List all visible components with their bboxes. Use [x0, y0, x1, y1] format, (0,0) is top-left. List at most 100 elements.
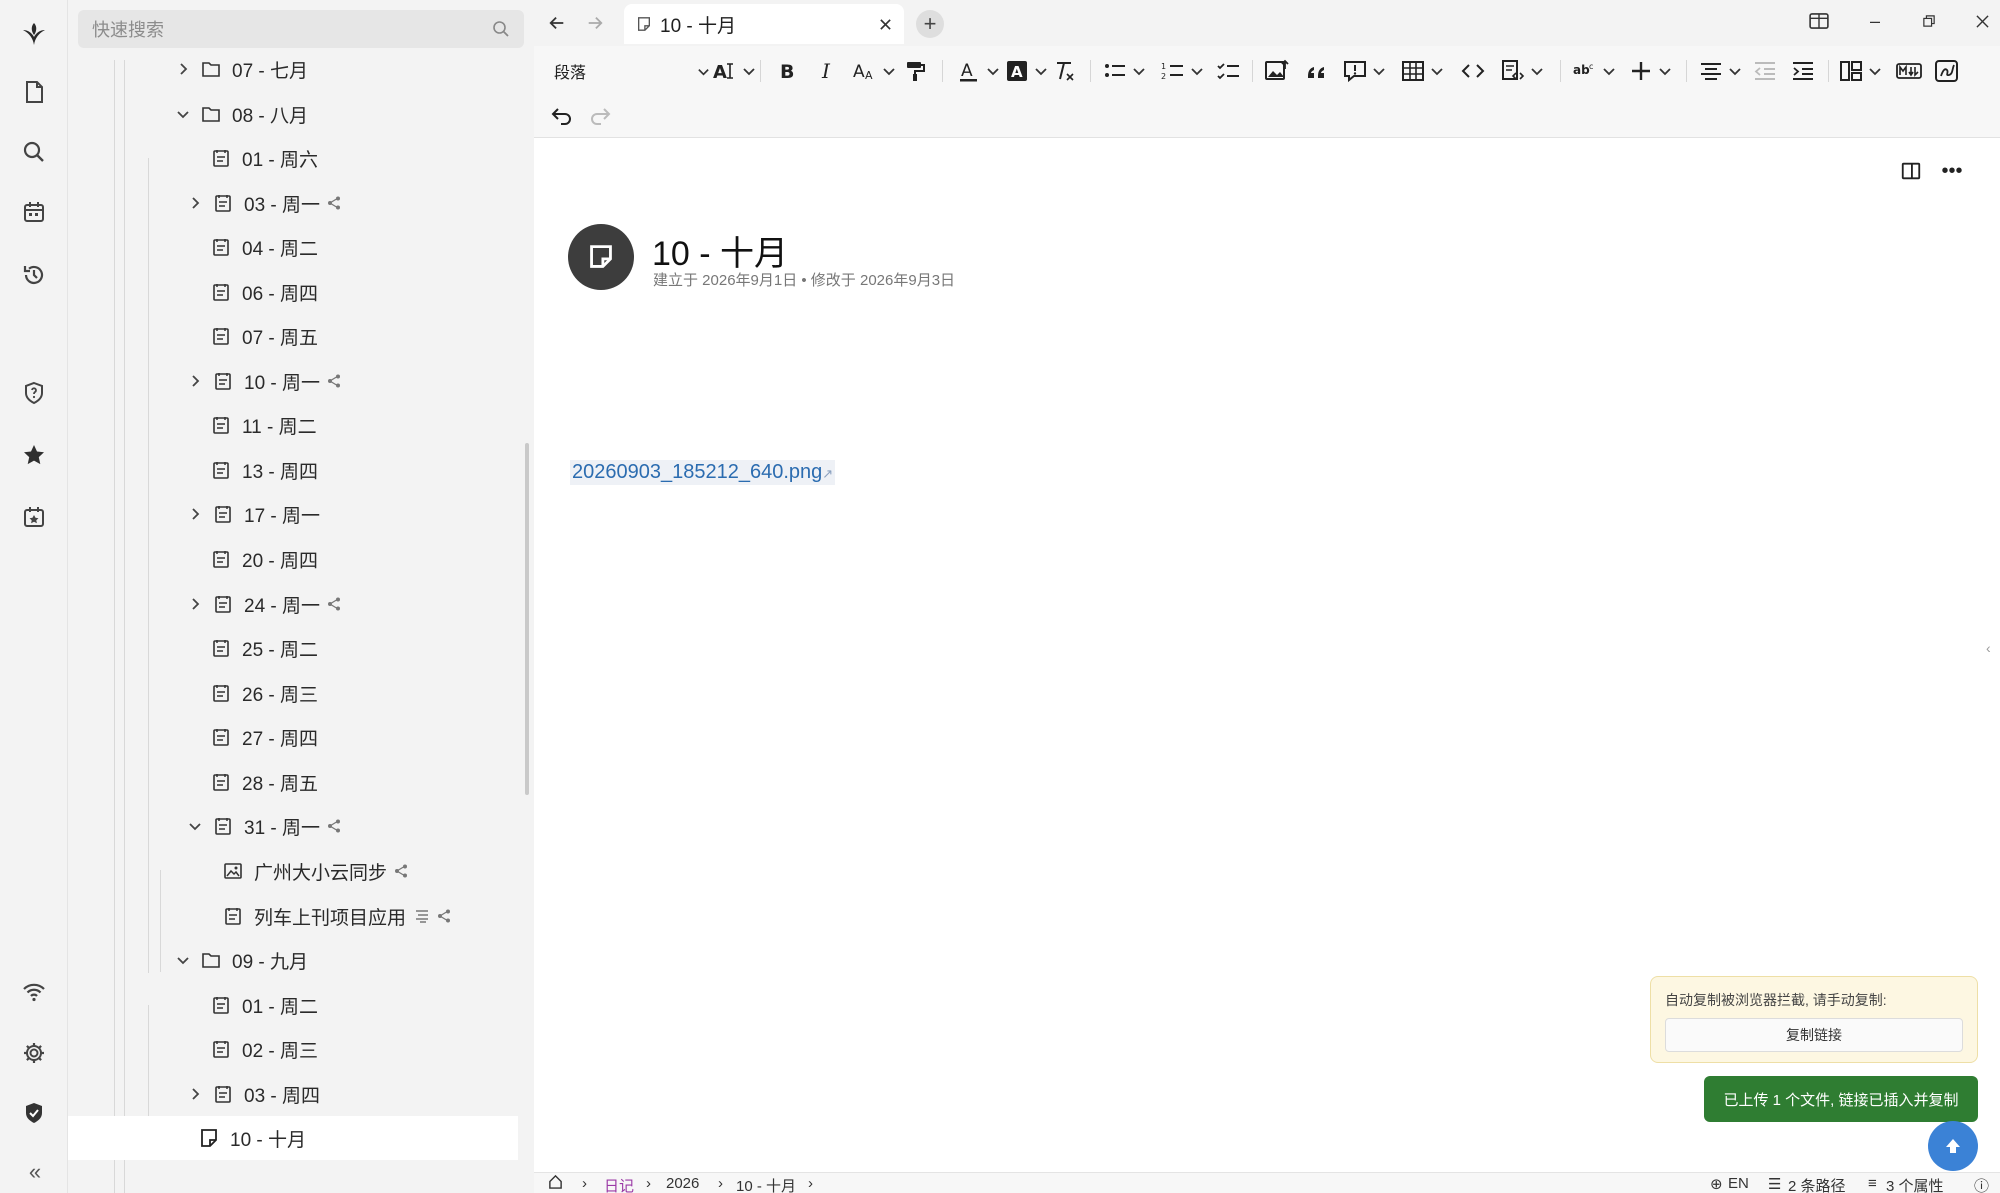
layout-toggle-icon[interactable] — [1804, 6, 1834, 36]
scroll-to-top-button[interactable] — [1928, 1121, 1978, 1171]
indent-button[interactable] — [1790, 56, 1816, 86]
chevron-right-icon[interactable] — [172, 58, 194, 80]
more-horizontal-icon[interactable]: ••• — [1938, 160, 1966, 188]
paths-count[interactable]: 2 条路径 — [1788, 1175, 1846, 1193]
tree-folder-item[interactable]: 09 - 九月 — [68, 938, 518, 982]
tree-note-item[interactable]: 02 - 周三 — [68, 1027, 518, 1071]
font-size-button[interactable]: A — [712, 56, 756, 86]
file-icon[interactable] — [14, 72, 54, 112]
app-logo-icon[interactable] — [14, 14, 54, 54]
star-icon[interactable] — [14, 435, 54, 475]
block-type-select[interactable]: 段落 — [554, 56, 710, 86]
calendar-star-icon[interactable] — [14, 497, 54, 537]
tree-note-item[interactable]: 列车上刊项目应用 — [68, 894, 518, 938]
tree-note-item[interactable]: 03 - 周四 — [68, 1072, 518, 1116]
tree-note-item[interactable]: 01 - 周二 — [68, 983, 518, 1027]
format-painter-button[interactable] — [902, 56, 928, 86]
calendar-icon[interactable] — [14, 192, 54, 232]
split-view-icon[interactable] — [1900, 160, 1928, 188]
insert-image-button[interactable] — [1264, 56, 1290, 86]
chevron-right-icon[interactable] — [184, 1083, 206, 1105]
clear-format-button[interactable] — [1052, 56, 1078, 86]
text-style-button[interactable]: AA — [852, 56, 896, 86]
bold-button[interactable]: B — [774, 56, 800, 86]
bullet-list-button[interactable] — [1102, 56, 1146, 86]
forward-arrow-icon[interactable] — [582, 10, 608, 36]
minimize-icon[interactable]: – — [1860, 6, 1890, 36]
shield-check-icon[interactable] — [14, 1093, 54, 1133]
home-icon[interactable] — [548, 1174, 563, 1193]
tree-note-item[interactable]: 03 - 周一 — [68, 181, 518, 225]
tree-note-item[interactable]: 10 - 十月 — [68, 1116, 518, 1160]
chevron-down-icon[interactable] — [172, 103, 194, 125]
tree-note-item[interactable]: 17 - 周一 — [68, 492, 518, 536]
chevron-right-icon[interactable] — [184, 503, 206, 525]
callout-button[interactable] — [1342, 56, 1386, 86]
breadcrumb-item[interactable]: 日记 — [604, 1175, 634, 1193]
tree-note-item[interactable]: 13 - 周四 — [68, 448, 518, 492]
chevron-left-icon[interactable]: ‹ — [1986, 640, 2000, 670]
chevron-down-icon[interactable] — [172, 949, 194, 971]
breadcrumb-item[interactable]: 10 - 十月 — [736, 1175, 796, 1193]
gear-icon[interactable] — [14, 1033, 54, 1073]
tree-note-item[interactable]: 广州大小云同步 — [68, 849, 518, 893]
quote-button[interactable] — [1304, 56, 1330, 86]
layout-button[interactable] — [1838, 56, 1882, 86]
spellcheck-button[interactable]: ab c — [1572, 56, 1616, 86]
search-input[interactable]: 快速搜索 — [78, 10, 524, 48]
numbered-list-button[interactable]: 12 — [1160, 56, 1204, 86]
language-indicator[interactable]: EN — [1728, 1175, 1749, 1192]
shield-question-icon[interactable] — [14, 373, 54, 413]
tab-current-note[interactable]: 10 - 十月 — [624, 4, 904, 44]
page-title[interactable]: 10 - 十月 — [652, 226, 788, 275]
document-icon[interactable] — [568, 224, 634, 290]
redo-button[interactable] — [588, 102, 614, 132]
tree-scrollbar[interactable] — [525, 443, 529, 795]
tree-note-item[interactable]: 07 - 周五 — [68, 314, 518, 358]
tree-note-item[interactable]: 25 - 周二 — [68, 626, 518, 670]
tree-note-item[interactable]: 27 - 周四 — [68, 715, 518, 759]
tree-note-item[interactable]: 11 - 周二 — [68, 403, 518, 447]
history-icon[interactable] — [14, 255, 54, 295]
add-tab-button[interactable]: + — [916, 10, 944, 38]
tree-note-item[interactable]: 04 - 周二 — [68, 225, 518, 269]
italic-button[interactable]: I — [814, 56, 840, 86]
breadcrumb-item[interactable]: 2026 — [666, 1175, 699, 1192]
insert-plus-button[interactable] — [1628, 56, 1672, 86]
tree-folder-item[interactable]: 08 - 八月 — [68, 92, 518, 136]
tree-note-item[interactable]: 06 - 周四 — [68, 270, 518, 314]
close-icon[interactable] — [879, 18, 892, 31]
tree-note-item[interactable]: 20 - 周四 — [68, 537, 518, 581]
close-window-icon[interactable] — [1967, 6, 1997, 36]
highlight-button[interactable]: A — [1004, 56, 1048, 86]
markdown-button[interactable] — [1896, 56, 1922, 86]
chevron-right-icon[interactable] — [184, 593, 206, 615]
chevron-right-icon[interactable] — [184, 192, 206, 214]
table-button[interactable] — [1400, 56, 1444, 86]
tree-note-item[interactable]: 26 - 周三 — [68, 671, 518, 715]
tree-note-item[interactable]: 10 - 周一 — [68, 359, 518, 403]
code-block-button[interactable] — [1500, 56, 1544, 86]
back-arrow-icon[interactable] — [544, 10, 570, 36]
search-icon[interactable] — [14, 132, 54, 172]
wifi-icon[interactable] — [14, 972, 54, 1012]
tree-folder-item[interactable]: 07 - 七月 — [68, 47, 518, 91]
undo-button[interactable] — [548, 102, 574, 132]
outdent-button[interactable] — [1752, 56, 1778, 86]
restore-icon[interactable] — [1914, 6, 1944, 36]
attributes-count[interactable]: 3 个属性 — [1886, 1175, 1944, 1193]
tree-note-item[interactable]: 24 - 周一 — [68, 582, 518, 626]
code-button[interactable] — [1460, 56, 1486, 86]
tree-note-item[interactable]: 01 - 周六 — [68, 136, 518, 180]
collapse-sidebar-icon[interactable]: « — [22, 1160, 48, 1186]
checklist-button[interactable] — [1216, 56, 1242, 86]
font-color-button[interactable]: A — [956, 56, 1000, 86]
copy-link-button[interactable]: 复制链接 — [1665, 1018, 1963, 1052]
help-icon[interactable]: ⓘ — [1974, 1175, 1989, 1193]
chevron-down-icon[interactable] — [184, 815, 206, 837]
chevron-right-icon[interactable] — [184, 370, 206, 392]
tree-note-item[interactable]: 31 - 周一 — [68, 804, 518, 848]
draw-button[interactable] — [1934, 56, 1960, 86]
tree-note-item[interactable]: 28 - 周五 — [68, 760, 518, 804]
attachment-link[interactable]: 20260903_185212_640.png↗ — [570, 460, 836, 485]
